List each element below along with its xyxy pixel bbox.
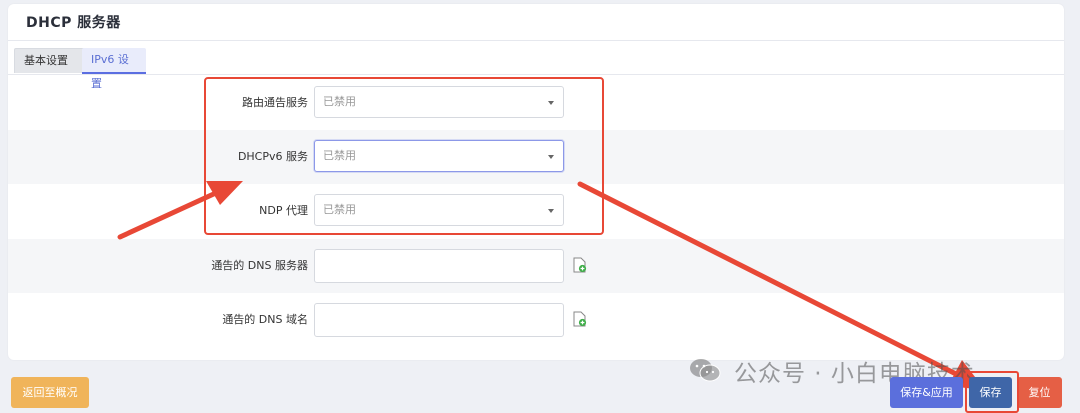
row-ndp-proxy: NDP 代理 已禁用 (8, 184, 1064, 238)
dhcpv6-service-value: 已禁用 (323, 149, 356, 162)
dhcpv6-service-label: DHCPv6 服务 (237, 150, 308, 163)
tab-basic-settings[interactable]: 基本设置 (14, 48, 92, 73)
row-dns-domain: 通告的 DNS 域名 (8, 293, 1064, 347)
dhcpv6-service-select[interactable]: 已禁用 (314, 140, 564, 172)
save-apply-button[interactable]: 保存&应用 (890, 377, 963, 408)
ra-service-select[interactable]: 已禁用 (314, 86, 564, 118)
chevron-down-icon (548, 101, 554, 105)
tab-ipv6-settings[interactable]: IPv6 设置 (82, 48, 146, 90)
reset-button[interactable]: 复位 (1017, 377, 1062, 408)
dns-domain-input[interactable] (314, 303, 564, 337)
back-to-overview-button[interactable]: 返回至概况 (11, 377, 89, 408)
row-dhcpv6-service: DHCPv6 服务 已禁用 (8, 130, 1064, 184)
title-divider (8, 40, 1064, 41)
ndp-proxy-select[interactable]: 已禁用 (314, 194, 564, 226)
ra-service-label: 路由通告服务 (242, 96, 308, 109)
add-entry-icon[interactable] (573, 257, 587, 273)
row-dns-servers: 通告的 DNS 服务器 (8, 239, 1064, 293)
ndp-proxy-label: NDP 代理 (259, 204, 308, 217)
page-title: DHCP 服务器 (26, 15, 121, 31)
add-entry-icon[interactable] (573, 311, 587, 327)
save-button[interactable]: 保存 (969, 377, 1012, 408)
dhcp-panel: DHCP 服务器 基本设置 IPv6 设置 路由通告服务 已禁用 DHCPv6 … (8, 4, 1064, 360)
ndp-proxy-value: 已禁用 (323, 203, 356, 216)
chevron-down-icon (548, 155, 554, 159)
chevron-down-icon (548, 209, 554, 213)
row-ra-service: 路由通告服务 已禁用 (8, 76, 1064, 130)
dns-servers-label: 通告的 DNS 服务器 (211, 259, 308, 272)
dns-domain-label: 通告的 DNS 域名 (222, 313, 308, 326)
dns-servers-input[interactable] (314, 249, 564, 283)
tabs-divider (8, 74, 1064, 75)
ra-service-value: 已禁用 (323, 95, 356, 108)
